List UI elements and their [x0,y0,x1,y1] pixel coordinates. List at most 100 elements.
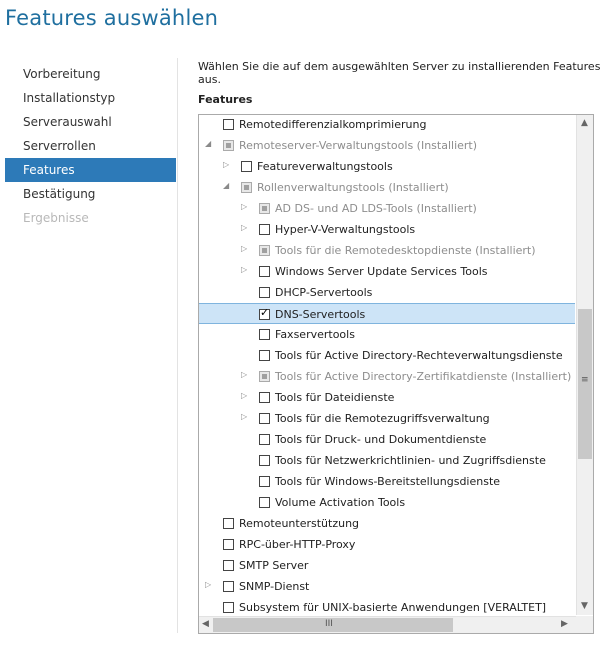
feature-label: Tools für die Remotezugriffsverwaltung [275,412,490,425]
feature-row[interactable]: Tools für Druck- und Dokumentdienste [199,429,575,450]
feature-label: Tools für die Remotedesktopdienste (Inst… [275,244,536,257]
feature-row[interactable]: ▷ Tools für die Remotezugriffsverwaltung [199,408,575,429]
feature-checkbox[interactable] [259,350,270,361]
feature-row[interactable]: DHCP-Servertools [199,282,575,303]
feature-checkbox[interactable] [259,434,270,445]
feature-row[interactable]: ▷ SNMP-Dienst [199,576,575,597]
scroll-down-icon[interactable]: ▼ [581,601,588,611]
nav-item-1[interactable]: Installationstyp [5,86,176,110]
feature-label: Windows Server Update Services Tools [275,265,488,278]
feature-label: Tools für Active Directory-Rechteverwalt… [275,349,563,362]
collapsed-arrow-icon[interactable]: ▷ [241,244,247,253]
feature-label: Remoteserver-Verwaltungstools (Installie… [239,139,478,152]
grip-icon: ≡ [581,375,589,385]
feature-row[interactable]: ▷ Featureverwaltungstools [199,156,575,177]
collapsed-arrow-icon[interactable]: ▷ [205,580,211,589]
nav-item-0[interactable]: Vorbereitung [5,62,176,86]
feature-checkbox[interactable] [223,119,234,130]
expanded-arrow-icon[interactable]: ◢ [223,181,229,190]
feature-row[interactable]: ◢ Remoteserver-Verwaltungstools (Installi… [199,135,575,156]
collapsed-arrow-icon[interactable]: ▷ [241,202,247,211]
feature-label: DNS-Servertools [275,308,366,321]
feature-label: Tools für Windows-Bereitstellungsdienste [275,475,501,488]
scroll-right-icon[interactable]: ▶ [561,619,568,629]
horizontal-scrollbar[interactable]: ◀ III ▶ [199,616,593,633]
feature-checkbox[interactable] [259,455,270,466]
feature-checkbox[interactable] [259,392,270,403]
feature-row[interactable]: Subsystem für UNIX-basierte Anwendungen … [199,597,575,615]
collapsed-arrow-icon[interactable]: ▷ [241,265,247,274]
feature-label: Hyper-V-Verwaltungstools [275,223,416,236]
collapsed-arrow-icon[interactable]: ▷ [241,370,247,379]
nav-item-2[interactable]: Serverauswahl [5,110,176,134]
nav-item-3[interactable]: Serverrollen [5,134,176,158]
feature-checkbox[interactable] [223,560,234,571]
scroll-left-icon[interactable]: ◀ [202,619,209,629]
feature-checkbox[interactable] [259,329,270,340]
feature-checkbox[interactable] [223,581,234,592]
vertical-scrollbar[interactable]: ▲ ≡ ▼ [576,115,593,615]
collapsed-arrow-icon[interactable]: ▷ [223,160,229,169]
feature-checkbox[interactable] [241,161,252,172]
feature-row[interactable]: Tools für Netzwerkrichtlinien- und Zugri… [199,450,575,471]
feature-row[interactable]: DNS-Servertools [199,303,575,324]
vertical-scroll-thumb[interactable]: ≡ [578,309,592,459]
feature-row[interactable]: ◢ Rollenverwaltungstools (Installiert) [199,177,575,198]
features-tree[interactable]: Remotedifferenzialkomprimierung ◢ Remotese… [198,114,594,634]
feature-label: AD DS- und AD LDS-Tools (Installiert) [275,202,477,215]
nav-item-6: Ergebnisse [23,211,89,225]
feature-label: Remotedifferenzialkomprimierung [239,118,427,131]
collapsed-arrow-icon[interactable]: ▷ [241,223,247,232]
feature-label: Tools für Active Directory-Zertifikatdie… [275,370,572,383]
feature-checkbox [241,182,252,193]
feature-checkbox[interactable] [259,287,270,298]
feature-row[interactable]: ▷ Hyper-V-Verwaltungstools [199,219,575,240]
feature-checkbox [259,203,270,214]
feature-label: Rollenverwaltungstools (Installiert) [257,181,449,194]
feature-row[interactable]: ▷ Tools für Active Directory-Zertifikatdi… [199,366,575,387]
feature-checkbox [223,140,234,151]
scroll-up-icon[interactable]: ▲ [581,118,588,128]
feature-checkbox[interactable] [223,602,234,613]
scrollbar-corner [576,616,593,633]
feature-row[interactable]: ▷ AD DS- und AD LDS-Tools (Installiert) [199,198,575,219]
page-title: Features auswählen [5,6,219,30]
feature-checkbox[interactable] [259,224,270,235]
feature-checkbox[interactable] [223,539,234,550]
feature-label: SNMP-Dienst [239,580,310,593]
feature-label: DHCP-Servertools [275,286,373,299]
collapsed-arrow-icon[interactable]: ▷ [241,391,247,400]
collapsed-arrow-icon[interactable]: ▷ [241,412,247,421]
feature-checkbox[interactable] [259,497,270,508]
feature-row[interactable]: SMTP Server [199,555,575,576]
feature-label: Remoteunterstützung [239,517,360,530]
nav-item-5[interactable]: Bestätigung [5,182,176,206]
feature-row[interactable]: ▷ Windows Server Update Services Tools [199,261,575,282]
feature-row[interactable]: ▷ Tools für Dateidienste [199,387,575,408]
feature-checkbox[interactable] [259,306,270,320]
feature-checkbox [259,371,270,382]
feature-row[interactable]: RPC-über-HTTP-Proxy [199,534,575,555]
feature-label: Faxservertools [275,328,355,341]
feature-label: Tools für Druck- und Dokumentdienste [275,433,487,446]
feature-row[interactable]: Volume Activation Tools [199,492,575,513]
nav-item-4[interactable]: Features [5,158,176,182]
feature-checkbox[interactable] [259,476,270,487]
feature-row[interactable]: Remoteunterstützung [199,513,575,534]
feature-checkbox[interactable] [223,518,234,529]
feature-row[interactable]: Remotedifferenzialkomprimierung [199,115,575,135]
wizard-nav: Vorbereitung Installationstyp Serverauswah… [5,62,176,230]
horizontal-scroll-thumb[interactable]: III [213,618,453,632]
feature-checkbox[interactable] [259,266,270,277]
feature-checkbox[interactable] [259,413,270,424]
feature-row[interactable]: ▷ Tools für die Remotedesktopdienste (Ins… [199,240,575,261]
feature-row[interactable]: Tools für Windows-Bereitstellungsdienste [199,471,575,492]
expanded-arrow-icon[interactable]: ◢ [205,139,211,148]
feature-label: Volume Activation Tools [275,496,406,509]
feature-checkbox [259,245,270,256]
feature-label: Tools für Netzwerkrichtlinien- und Zugri… [275,454,546,467]
feature-row[interactable]: Tools für Active Directory-Rechteverwalt… [199,345,575,366]
features-tree-rows: Remotedifferenzialkomprimierung ◢ Remotese… [199,115,575,615]
feature-label: Subsystem für UNIX-basierte Anwendungen … [239,601,547,614]
feature-row[interactable]: Faxservertools [199,324,575,345]
